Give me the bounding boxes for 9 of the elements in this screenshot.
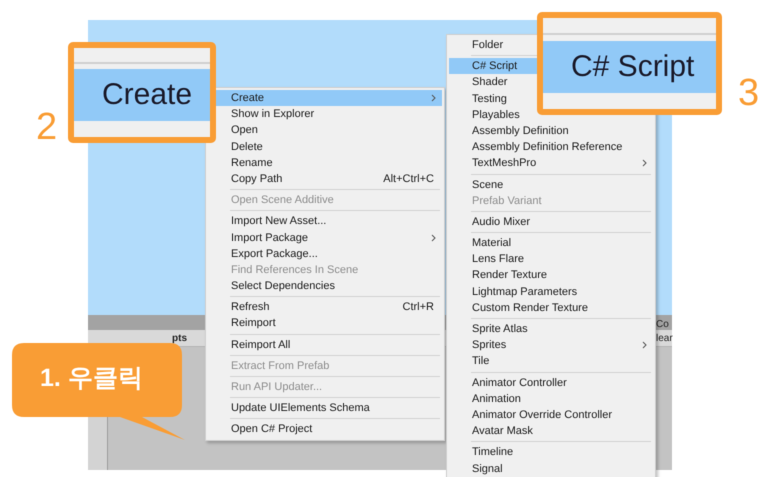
- panel-label: Co: [656, 318, 670, 332]
- shortcut-text: Alt+Ctrl+C: [383, 172, 434, 187]
- shortcut-text: Ctrl+R: [402, 300, 434, 316]
- step-number: 3: [738, 74, 760, 112]
- step-number: 2: [36, 108, 58, 146]
- callout-text: 1. 우클릭: [40, 363, 143, 394]
- panel-label: lear: [656, 332, 673, 346]
- menu-item-text: C# Script: [571, 50, 694, 84]
- menu-item-text: Create: [102, 78, 192, 112]
